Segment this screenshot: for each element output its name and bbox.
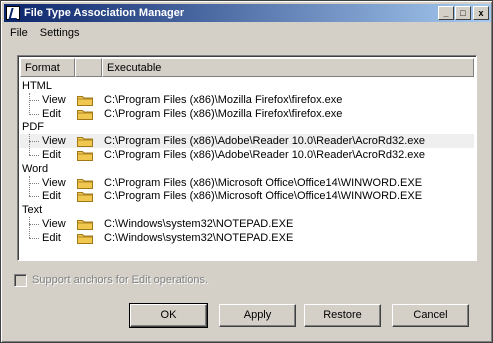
list-header: Format Executable [20,58,474,77]
format-label: PDF [22,121,44,134]
association-list[interactable]: Format Executable HTML View C:\Program Fil… [17,55,477,261]
tree-connector [29,155,39,156]
column-header-format[interactable]: Format [20,58,75,77]
format-group-row[interactable]: HTML [20,79,474,93]
action-label: Edit [42,231,61,244]
action-row[interactable]: View C:\Program Files (x86)\Microsoft Off… [20,176,474,190]
main-window: File Type Association Manager _ □ x File… [0,0,493,343]
window-title: File Type Association Manager [24,7,185,19]
folder-icon[interactable] [77,178,93,189]
support-anchors-label: Support anchors for Edit operations. [32,274,209,286]
maximize-button[interactable]: □ [455,6,471,20]
tree-connector [29,182,39,184]
tree-connector [29,92,30,114]
executable-path: C:\Program Files (x86)\Microsoft Office\… [104,190,423,203]
column-header-executable[interactable]: Executable [102,58,474,77]
folder-icon[interactable] [77,136,93,148]
action-label: Edit [42,107,61,120]
support-anchors-checkbox[interactable] [14,273,27,287]
folder-icon[interactable] [77,219,93,230]
menu-settings[interactable]: Settings [34,27,86,39]
tree-connector [29,99,39,101]
tree-connector [29,224,39,225]
tree-connector [29,113,39,115]
tree-connector [29,237,39,239]
action-label: View [42,135,66,148]
folder-icon[interactable] [77,95,93,106]
folder-icon[interactable] [77,150,93,161]
tree-connector [29,217,30,238]
folder-icon[interactable] [77,109,93,120]
executable-path: C:\Program Files (x86)\Adobe\Reader 10.0… [104,135,425,148]
executable-path: C:\Program Files (x86)\Mozilla Firefox\f… [104,93,343,106]
close-button[interactable]: x [473,6,489,20]
executable-path: C:\Program Files (x86)\Mozilla Firefox\f… [104,107,343,120]
action-row[interactable]: Edit C:\Program Files (x86)\Mozilla Firef… [20,107,474,121]
tree-connector [29,141,39,143]
format-label: Word [22,162,49,175]
format-label: Text [22,204,43,217]
action-row[interactable]: Edit C:\Program Files (x86)\Adobe\Reader … [20,148,474,162]
action-row[interactable]: View C:\Windows\system32\NOTEPAD.EXE [20,217,474,231]
executable-path: C:\Windows\system32\NOTEPAD.EXE [104,231,294,244]
support-anchors-option: Support anchors for Edit operations. [14,273,208,287]
menu-bar: File Settings [4,23,85,42]
restore-button[interactable]: Restore [304,304,381,327]
apply-button[interactable]: Apply [219,304,296,327]
format-group-row[interactable]: PDF [20,120,474,134]
action-row[interactable]: Edit C:\Program Files (x86)\Microsoft Off… [20,189,474,203]
format-group-row[interactable]: Word [20,162,474,176]
action-row[interactable]: Edit C:\Windows\system32\NOTEPAD.EXE [20,231,474,245]
minimize-button[interactable]: _ [438,6,454,20]
action-row[interactable]: View C:\Program Files (x86)\Adobe\Reader … [20,134,474,149]
action-row[interactable]: View C:\Program Files (x86)\Mozilla Firef… [20,93,474,107]
menu-file[interactable]: File [4,27,34,39]
format-label: HTML [22,80,52,92]
folder-icon[interactable] [77,191,93,203]
title-bar[interactable]: File Type Association Manager _ □ x [4,4,491,22]
tree-connector [29,134,30,155]
column-header-icon[interactable] [75,58,102,77]
executable-path: C:\Windows\system32\NOTEPAD.EXE [104,218,294,230]
action-label: Edit [42,149,61,161]
app-icon [6,6,20,20]
action-label: View [42,176,66,189]
ok-button[interactable]: OK [129,303,208,328]
cancel-button[interactable]: Cancel [392,304,469,327]
action-label: View [42,218,66,230]
executable-path: C:\Program Files (x86)\Adobe\Reader 10.0… [104,149,425,161]
list-rows: HTML View C:\Program Files (x86)\Mozilla F… [20,78,474,258]
tree-connector [29,175,30,197]
action-label: Edit [42,190,61,203]
format-group-row[interactable]: Text [20,203,474,217]
tree-connector [29,196,39,198]
action-label: View [42,93,66,106]
executable-path: C:\Program Files (x86)\Microsoft Office\… [104,176,423,189]
folder-icon[interactable] [77,233,93,244]
